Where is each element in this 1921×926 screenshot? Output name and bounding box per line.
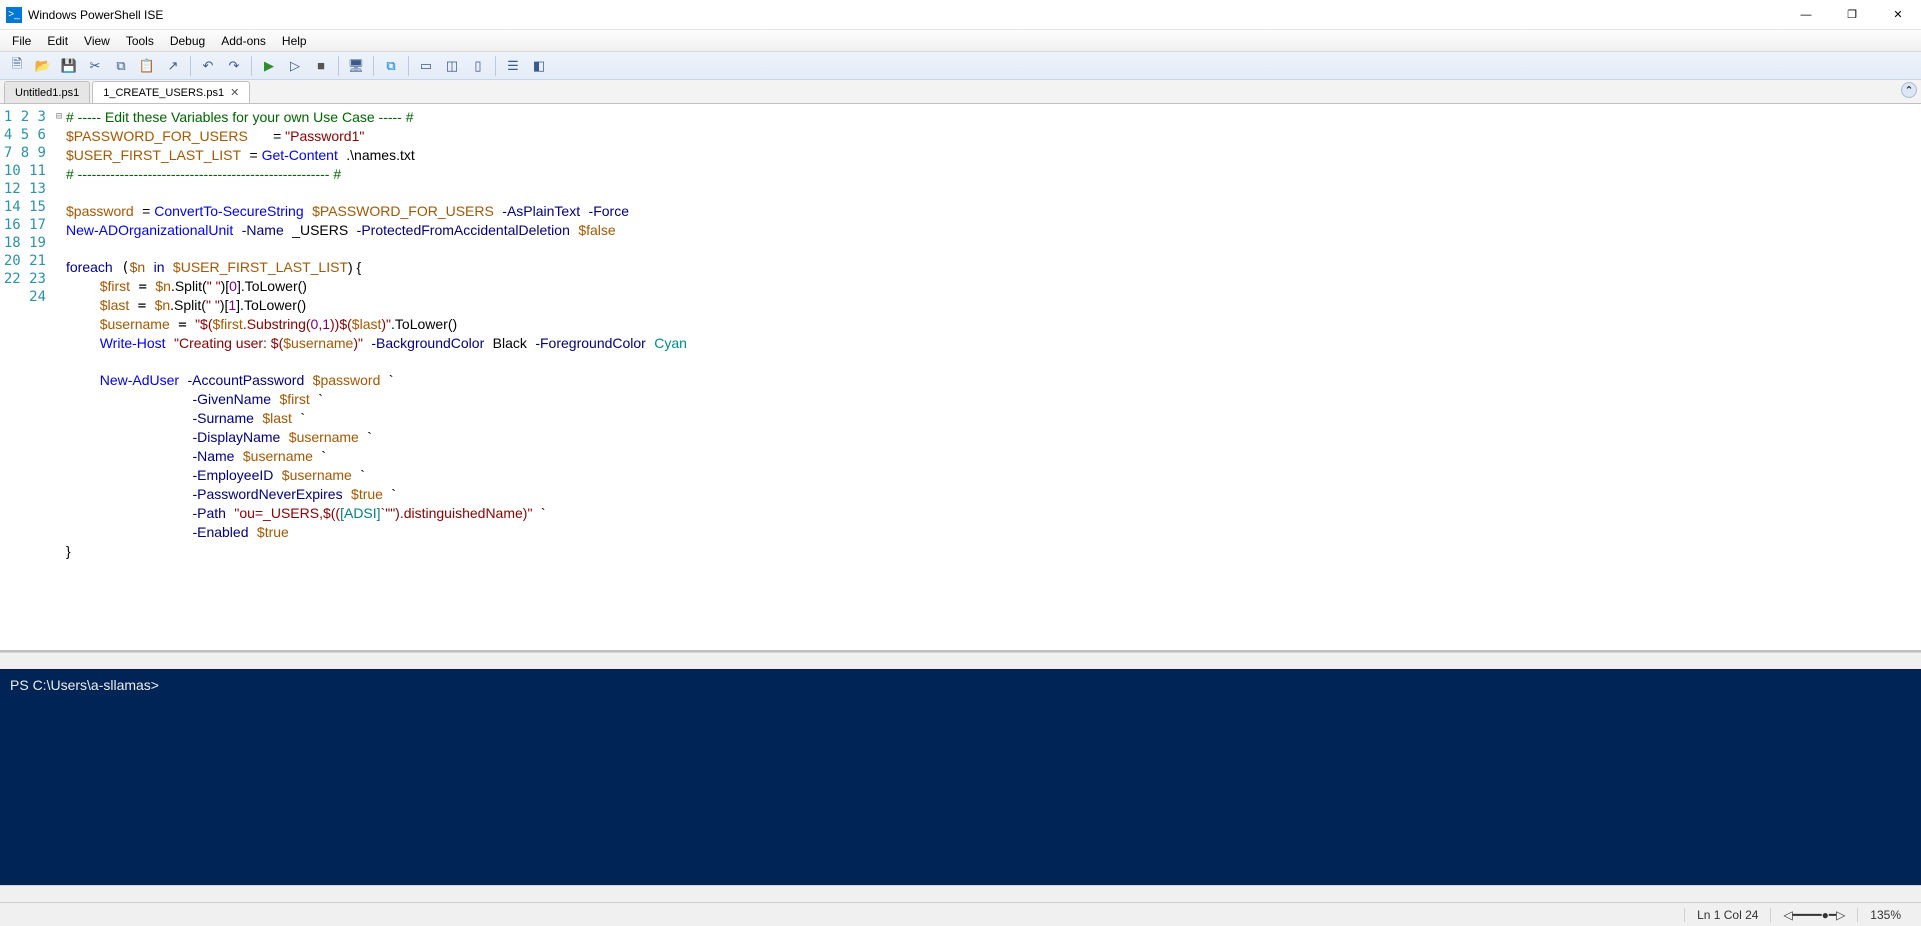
- tab-label: Untitled1.ps1: [15, 87, 79, 99]
- window-controls: — ❐ ✕: [1783, 0, 1921, 30]
- show-script-right-icon[interactable]: ◫: [441, 55, 463, 77]
- maximize-button[interactable]: ❐: [1829, 0, 1875, 30]
- run-script-icon[interactable]: ▶: [258, 55, 280, 77]
- copy-icon[interactable]: ⧉: [110, 55, 132, 77]
- line-number-gutter: 1 2 3 4 5 6 7 8 9 10 11 12 13 14 15 16 1…: [0, 104, 56, 650]
- paste-icon[interactable]: 📋: [136, 55, 158, 77]
- clear-icon[interactable]: ↗: [162, 55, 184, 77]
- menu-view[interactable]: View: [76, 32, 118, 50]
- menu-edit[interactable]: Edit: [39, 32, 76, 50]
- scroll-up-icon[interactable]: ⌃: [1901, 82, 1917, 98]
- toolbar: 🗎📂💾✂⧉📋↗↶↷▶▷■🖥⧉▭◫▯☰◧: [0, 52, 1921, 80]
- close-button[interactable]: ✕: [1875, 0, 1921, 30]
- console-prompt: PS C:\Users\a-sllamas>: [10, 677, 163, 693]
- open-file-icon[interactable]: 📂: [32, 55, 54, 77]
- console-pane[interactable]: PS C:\Users\a-sllamas>: [0, 669, 1921, 885]
- menu-add-ons[interactable]: Add-ons: [213, 32, 274, 50]
- editor-horizontal-scrollbar[interactable]: [0, 652, 1921, 669]
- menu-debug[interactable]: Debug: [162, 32, 213, 50]
- fold-gutter[interactable]: ⊟: [56, 104, 66, 650]
- run-selection-icon[interactable]: ▷: [284, 55, 306, 77]
- show-script-max-icon[interactable]: ▯: [467, 55, 489, 77]
- status-zoom: 135%: [1857, 908, 1913, 922]
- tab-0[interactable]: Untitled1.ps1: [4, 81, 90, 103]
- menubar: FileEditViewToolsDebugAdd-onsHelp: [0, 30, 1921, 52]
- redo-icon[interactable]: ↷: [223, 55, 245, 77]
- editor-pane[interactable]: 1 2 3 4 5 6 7 8 9 10 11 12 13 14 15 16 1…: [0, 104, 1921, 652]
- menu-tools[interactable]: Tools: [118, 32, 162, 50]
- window-title: Windows PowerShell ISE: [28, 8, 163, 22]
- tab-label: 1_CREATE_USERS.ps1: [103, 87, 224, 99]
- code-area[interactable]: # ----- Edit these Variables for your ow…: [66, 104, 1921, 650]
- app-icon: >_: [6, 7, 22, 23]
- new-file-icon[interactable]: 🗎: [6, 55, 28, 77]
- tab-1[interactable]: 1_CREATE_USERS.ps1 ✕: [92, 81, 250, 103]
- statusbar: Ln 1 Col 24 ◁━━━━●━▷ 135%: [0, 902, 1921, 926]
- console-horizontal-scrollbar[interactable]: [0, 885, 1921, 902]
- titlebar: >_ Windows PowerShell ISE — ❐ ✕: [0, 0, 1921, 30]
- menu-file[interactable]: File: [4, 32, 39, 50]
- undo-icon[interactable]: ↶: [197, 55, 219, 77]
- minimize-button[interactable]: —: [1783, 0, 1829, 30]
- stop-icon[interactable]: ■: [310, 55, 332, 77]
- cut-icon[interactable]: ✂: [84, 55, 106, 77]
- status-position: Ln 1 Col 24: [1684, 908, 1770, 922]
- show-script-top-icon[interactable]: ▭: [415, 55, 437, 77]
- status-slider-placeholder[interactable]: ◁━━━━●━▷: [1770, 908, 1857, 922]
- show-command-icon[interactable]: ☰: [502, 55, 524, 77]
- tabstrip: Untitled1.ps1 1_CREATE_USERS.ps1 ✕ ⌃: [0, 80, 1921, 104]
- tab-close-icon[interactable]: ✕: [230, 86, 239, 99]
- menu-help[interactable]: Help: [274, 32, 315, 50]
- show-addon-icon[interactable]: ◧: [528, 55, 550, 77]
- save-icon[interactable]: 💾: [58, 55, 80, 77]
- remote-icon[interactable]: 🖥: [345, 55, 367, 77]
- powershell-icon[interactable]: ⧉: [380, 55, 402, 77]
